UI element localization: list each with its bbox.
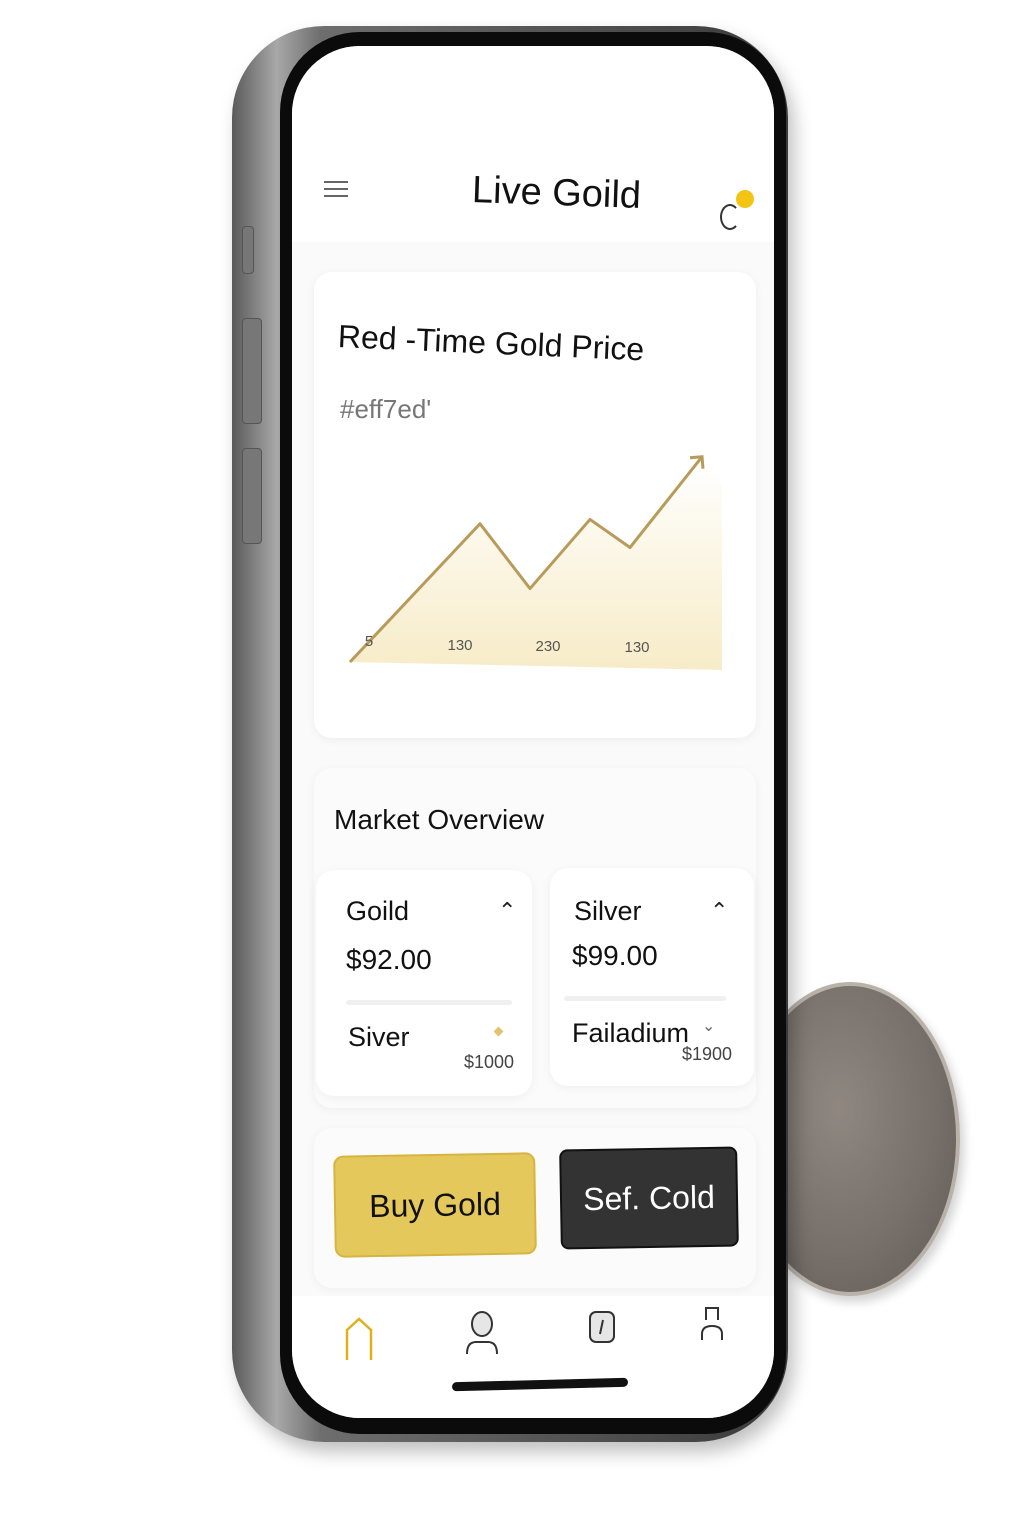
sell-gold-button[interactable]: Sef. Cold xyxy=(559,1146,739,1250)
x-tick-label: 130 xyxy=(624,639,649,656)
market-card-sub-price: $1000 xyxy=(464,1052,515,1072)
phone-volume-up xyxy=(242,318,262,424)
market-card-price: $99.00 xyxy=(572,940,658,971)
home-icon[interactable] xyxy=(344,1316,374,1362)
profile-icon[interactable] xyxy=(700,1304,726,1344)
market-card-price: $92.00 xyxy=(346,944,432,975)
chart-subtitle: #eff7ed' xyxy=(340,394,432,424)
market-overview-title: Market Overview xyxy=(334,804,545,835)
app-title: Live Goild xyxy=(471,169,642,217)
app-screen: Live Goild Red -Time Gold Price #eff7ed'… xyxy=(292,46,774,1418)
market-card-sub-name: Siver xyxy=(348,1022,410,1052)
x-tick-label: 230 xyxy=(535,638,560,655)
x-tick-label: 130 xyxy=(447,637,472,654)
market-card-name: Goild xyxy=(346,896,410,926)
divider xyxy=(346,1000,512,1005)
chevron-up-icon: ⌃ xyxy=(710,898,729,923)
market-card-sub-price: $1900 xyxy=(682,1044,733,1064)
phone-volume-down xyxy=(242,448,262,544)
phone-silent-switch xyxy=(242,226,254,274)
market-card-sub-name: Failadium xyxy=(572,1018,690,1048)
chevron-up-icon: ⌃ xyxy=(498,898,517,923)
divider xyxy=(564,996,726,1001)
bell-icon[interactable] xyxy=(720,204,740,230)
market-card-name: Silver xyxy=(574,896,642,926)
notification-dot xyxy=(736,190,754,208)
bottom-nav xyxy=(292,1296,774,1418)
price-chart: 5 130 230 130 xyxy=(348,455,722,670)
chevron-down-icon: ⌄ xyxy=(702,1018,716,1035)
user-icon[interactable] xyxy=(464,1310,500,1356)
buy-gold-button[interactable]: Buy Gold xyxy=(333,1152,537,1258)
card-icon[interactable] xyxy=(588,1310,616,1346)
hamburger-menu-icon[interactable] xyxy=(324,176,348,202)
x-tick-label: 5 xyxy=(365,633,373,650)
